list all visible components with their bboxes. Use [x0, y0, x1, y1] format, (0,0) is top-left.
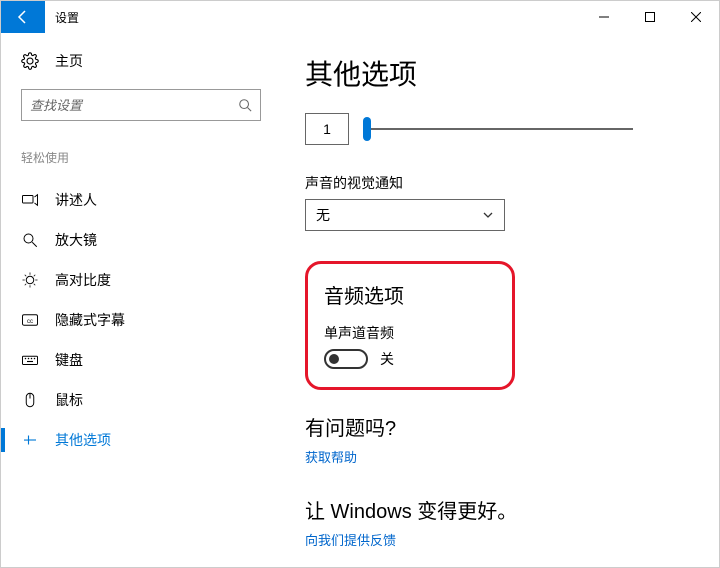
- mouse-icon: [21, 391, 39, 409]
- slider-value-box[interactable]: 1: [305, 113, 349, 145]
- slider-track: [363, 128, 633, 130]
- sidebar-item-label: 隐藏式字幕: [55, 310, 125, 330]
- narrator-icon: [21, 191, 39, 209]
- sidebar-item-label: 放大镜: [55, 230, 97, 250]
- sidebar-item-label: 高对比度: [55, 270, 111, 290]
- other-icon: [21, 431, 39, 449]
- sidebar-item-label: 讲述人: [55, 190, 97, 210]
- minimize-button[interactable]: [581, 1, 627, 33]
- keyboard-icon: [21, 351, 39, 369]
- search-input-container[interactable]: [21, 89, 261, 121]
- window-title: 设置: [45, 1, 89, 33]
- sidebar-item-label: 键盘: [55, 350, 83, 370]
- chevron-down-icon: [482, 209, 494, 221]
- search-icon: [238, 98, 252, 112]
- mono-audio-label: 单声道音频: [324, 323, 492, 343]
- highlighted-section: 音频选项 单声道音频 关: [305, 261, 515, 390]
- search-input[interactable]: [30, 98, 238, 113]
- svg-text:cc: cc: [27, 319, 33, 325]
- sidebar-item-closed-captions[interactable]: cc 隐藏式字幕: [21, 300, 261, 340]
- duration-slider[interactable]: [363, 117, 633, 141]
- mono-audio-state: 关: [380, 349, 394, 369]
- sidebar-item-label: 鼠标: [55, 390, 83, 410]
- sidebar-item-keyboard[interactable]: 键盘: [21, 340, 261, 380]
- get-help-link[interactable]: 获取帮助: [305, 450, 357, 465]
- visual-notification-select[interactable]: 无: [305, 199, 505, 231]
- magnifier-icon: [21, 231, 39, 249]
- sidebar-item-narrator[interactable]: 讲述人: [21, 180, 261, 220]
- sidebar-item-mouse[interactable]: 鼠标: [21, 380, 261, 420]
- visual-notification-label: 声音的视觉通知: [305, 173, 679, 193]
- home-label: 主页: [55, 51, 83, 71]
- page-title: 其他选项: [305, 53, 679, 93]
- help-heading: 有问题吗?: [305, 412, 679, 441]
- mono-audio-toggle[interactable]: [324, 349, 368, 369]
- toggle-knob: [329, 354, 339, 364]
- audio-options-heading: 音频选项: [324, 280, 492, 309]
- gear-icon: [21, 52, 39, 70]
- sidebar-section-label: 轻松使用: [21, 149, 261, 166]
- maximize-button[interactable]: [627, 1, 673, 33]
- improve-heading: 让 Windows 变得更好。: [305, 495, 679, 524]
- slider-thumb[interactable]: [363, 117, 371, 141]
- sidebar-item-magnifier[interactable]: 放大镜: [21, 220, 261, 260]
- back-button[interactable]: [1, 1, 45, 33]
- close-button[interactable]: [673, 1, 719, 33]
- feedback-link[interactable]: 向我们提供反馈: [305, 533, 396, 548]
- contrast-icon: [21, 271, 39, 289]
- home-link[interactable]: 主页: [21, 51, 261, 71]
- select-value: 无: [316, 205, 330, 225]
- sidebar-item-high-contrast[interactable]: 高对比度: [21, 260, 261, 300]
- cc-icon: cc: [21, 311, 39, 329]
- sidebar-item-label: 其他选项: [55, 430, 111, 450]
- sidebar-item-other-options[interactable]: 其他选项: [21, 420, 261, 460]
